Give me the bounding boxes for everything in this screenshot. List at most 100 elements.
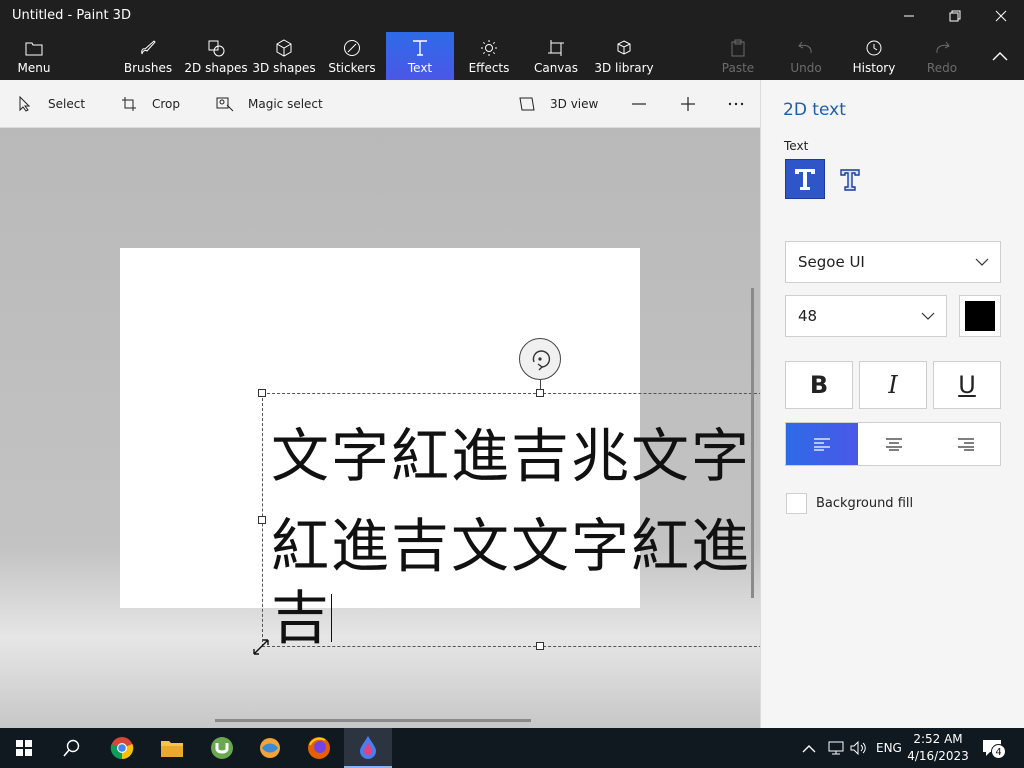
undo-button[interactable]: Undo [786,32,826,80]
taskbar-app[interactable] [246,728,294,768]
restore-button[interactable] [932,0,978,32]
taskbar-chrome[interactable] [98,728,146,768]
tab-label: Effects [468,61,510,75]
text-line: 文字紅進吉兆文字 [271,422,752,490]
text-type-label: Text [784,139,809,153]
resize-handle-bottom[interactable] [536,642,544,650]
tray-chevron[interactable] [802,728,816,768]
brush-icon [139,39,157,57]
resize-handle-top-left[interactable] [258,389,266,397]
menu-label: Menu [17,61,51,75]
underline-button[interactable]: U [933,361,1001,409]
taskbar-utorrent[interactable] [198,728,246,768]
background-fill-checkbox[interactable] [786,493,807,514]
tab-2d-shapes[interactable]: 2D shapes [184,32,248,80]
text-box[interactable]: 文字紅進吉兆文字 紅進吉文文字紅進 吉 [262,393,760,650]
select-label: Select [48,97,86,111]
paint3d-drop-icon [360,736,376,759]
shapes-2d-icon [207,39,225,57]
tab-stickers[interactable]: Stickers [324,32,380,80]
canvas-area[interactable]: 文字紅進吉兆文字 紅進吉文文字紅進 吉 [0,128,760,728]
background-fill-label: Background fill [816,496,914,511]
tab-label: 3D shapes [252,61,316,75]
chevron-up-icon [802,745,816,753]
zoom-out-button[interactable] [630,80,648,128]
tab-brushes[interactable]: Brushes [120,32,176,80]
menu-button[interactable]: Menu [10,32,58,80]
tray-network[interactable] [828,728,844,768]
select-tool[interactable]: Select [16,80,85,128]
plus-icon [681,97,695,111]
text-color-picker[interactable] [959,295,1001,337]
language-indicator[interactable]: ENG [876,728,902,768]
selection-toolbar: Select Crop Magic select 3D view [0,80,760,128]
taskbar-firefox[interactable] [295,728,343,768]
start-button[interactable] [0,728,48,768]
paste-button[interactable]: Paste [718,32,758,80]
resize-handle-top[interactable] [536,389,544,397]
align-right-button[interactable] [930,423,1002,465]
redo-button[interactable]: Redo [922,32,962,80]
align-center-button[interactable] [858,423,930,465]
undo-label: Undo [790,61,822,75]
tab-canvas[interactable]: Canvas [530,32,582,80]
tab-label: 2D shapes [184,61,248,75]
search-icon [63,739,80,757]
bold-button[interactable]: B [785,361,853,409]
vertical-scrollbar[interactable] [751,288,754,598]
network-icon [828,741,844,755]
minus-icon [632,103,646,105]
cube-icon [275,39,293,57]
notification-count-badge: 4 [991,744,1006,759]
font-size-dropdown[interactable]: 48 [785,295,947,337]
notification-center-button[interactable]: 4 [982,728,1006,768]
text-2d-icon [795,169,815,190]
taskbar-paint3d[interactable] [344,728,392,768]
tab-text[interactable]: Text [386,32,454,80]
resize-handle-left[interactable] [258,516,266,524]
italic-button[interactable]: I [859,361,927,409]
tab-3d-shapes[interactable]: 3D shapes [252,32,316,80]
text-t-icon [411,39,429,57]
minimize-button[interactable] [886,0,932,32]
resize-diagonal-icon[interactable] [252,638,270,656]
magic-select-label: Magic select [248,97,323,111]
canvas-crop-icon [547,39,565,57]
taskbar-file-explorer[interactable] [148,728,196,768]
tray-volume[interactable] [850,728,868,768]
zoom-in-button[interactable] [679,80,697,128]
alignment-group [785,422,1001,466]
library-cube-icon [615,39,633,57]
close-button[interactable] [978,0,1024,32]
window-title: Untitled - Paint 3D [12,8,131,23]
search-button[interactable] [48,728,96,768]
align-right-icon [958,438,974,451]
align-left-button[interactable] [786,423,858,465]
clock[interactable]: 2:52 AM 4/16/2023 [906,731,970,765]
history-button[interactable]: History [850,32,898,80]
text-2d-button[interactable] [785,159,825,199]
collapse-ribbon-button[interactable] [982,32,1018,80]
view-3d-label: 3D view [550,97,599,111]
font-family-dropdown[interactable]: Segoe UI [785,241,1001,283]
tab-label: Stickers [328,61,376,75]
rotate-icon [532,350,551,371]
magic-select-tool[interactable]: Magic select [216,80,323,128]
globe-app-icon [260,738,280,758]
more-options-button[interactable] [727,80,745,128]
crop-tool[interactable]: Crop [120,80,180,128]
chrome-icon [110,737,134,760]
rotate-handle[interactable] [519,338,561,380]
view-3d-toggle[interactable]: 3D view [518,80,598,128]
tab-3d-library[interactable]: 3D library [594,32,654,80]
view-3d-icon [518,95,536,113]
horizontal-scrollbar[interactable] [215,719,531,722]
tab-effects[interactable]: Effects [462,32,516,80]
text-3d-button[interactable] [830,159,870,199]
sun-icon [480,39,498,57]
align-center-icon [886,438,902,451]
paste-label: Paste [721,61,755,75]
font-family-value: Segoe UI [798,253,865,271]
paste-icon [729,39,747,57]
tab-label: 3D library [594,61,654,75]
